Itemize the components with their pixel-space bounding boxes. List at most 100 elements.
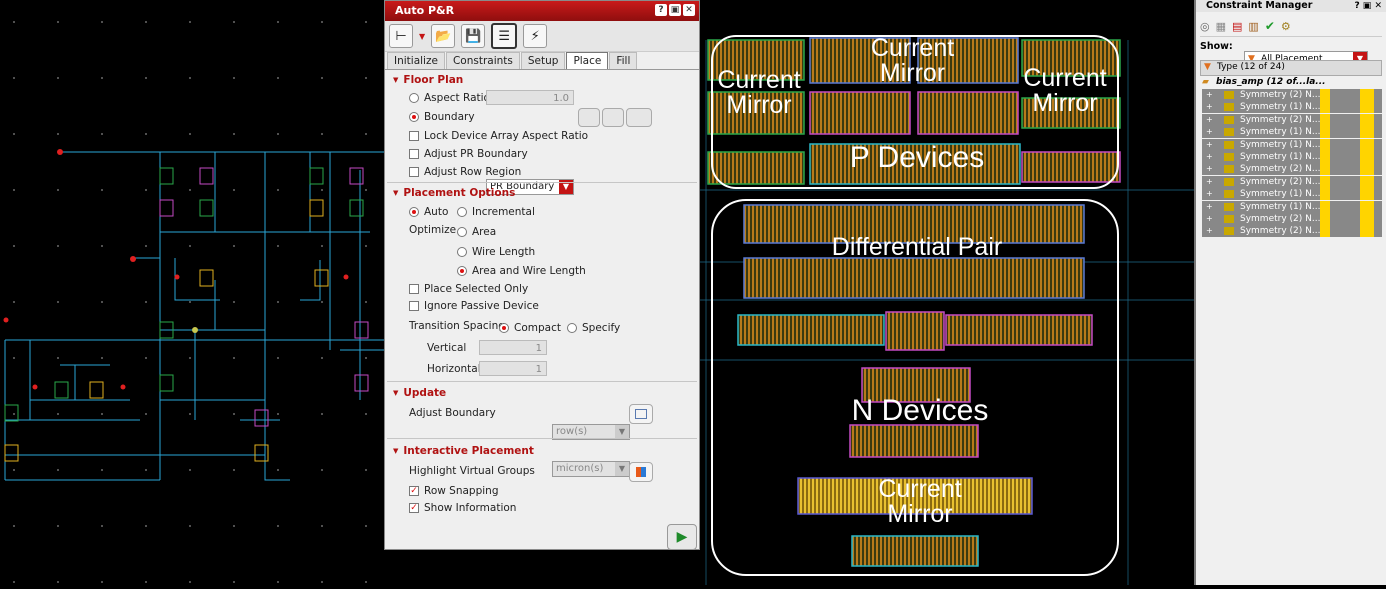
update-heading[interactable]: Update xyxy=(385,384,699,402)
horizontal-field[interactable]: 1 xyxy=(479,361,547,376)
horizontal-unit-value: micron(s) xyxy=(556,463,604,474)
check-icon[interactable]: ✔ xyxy=(1265,19,1275,33)
expand-icon[interactable]: + xyxy=(1206,213,1213,225)
save-icon[interactable]: 💾 xyxy=(461,24,486,48)
expand-icon[interactable]: + xyxy=(1206,139,1213,151)
aspect-ratio-field[interactable]: 1.0 xyxy=(486,90,574,105)
expand-icon[interactable]: + xyxy=(1206,126,1213,138)
interactive-placement-heading[interactable]: Interactive Placement xyxy=(385,442,699,460)
auto-pr-toolbar: ⊢ ▼ 📂 💾 ☰ ⚡ xyxy=(385,21,699,52)
highlight-groups-button[interactable] xyxy=(629,462,653,482)
auto-radio[interactable] xyxy=(409,207,419,217)
constraint-row[interactable]: + Symmetry (2) N... xyxy=(1202,213,1382,225)
place-selected-checkbox[interactable] xyxy=(409,284,419,294)
star-icon xyxy=(1360,163,1374,176)
constraint-row[interactable]: + Symmetry (1) N... xyxy=(1202,126,1382,139)
status-marker xyxy=(1320,138,1330,151)
ignore-passive-checkbox[interactable] xyxy=(409,301,419,311)
constraint-type-icon[interactable]: ▦ xyxy=(1216,20,1226,33)
symmetry-icon xyxy=(1224,177,1234,186)
expand-icon[interactable]: + xyxy=(1206,201,1213,213)
place-mode-icon[interactable]: ⊢ xyxy=(389,24,413,48)
wire-length-radio[interactable] xyxy=(457,247,467,257)
expand-icon[interactable]: + xyxy=(1206,188,1213,200)
root-item-label: bias_amp (12 of...la... xyxy=(1216,77,1326,87)
tab-setup[interactable]: Setup xyxy=(520,52,566,69)
edit-boundary-icon[interactable] xyxy=(602,108,624,127)
lock-aspect-checkbox[interactable] xyxy=(409,131,419,141)
show-info-label: Show Information xyxy=(424,502,517,514)
constraint-row[interactable]: + Symmetry (1) N... xyxy=(1202,200,1382,213)
symmetry-icon xyxy=(1224,128,1234,137)
adjust-pr-checkbox[interactable] xyxy=(409,149,419,159)
view-boundary-icon[interactable] xyxy=(626,108,652,127)
window-controls[interactable]: ? ▣ ✕ xyxy=(1354,0,1382,12)
groups-icon xyxy=(636,467,646,477)
constraint-row[interactable]: + Symmetry (2) N... xyxy=(1202,113,1382,126)
chevron-down-icon[interactable]: ▼ xyxy=(419,32,425,41)
constraint-row[interactable]: + Symmetry (1) N... xyxy=(1202,138,1382,151)
folder-icon: ▰ xyxy=(1202,77,1209,87)
run-button[interactable]: ▶ xyxy=(667,524,697,550)
expand-icon[interactable]: + xyxy=(1206,89,1213,101)
status-marker xyxy=(1320,188,1330,201)
close-button[interactable]: ✕ xyxy=(683,4,695,16)
constraint-row[interactable]: + Symmetry (1) N... xyxy=(1202,151,1382,163)
schematic-canvas[interactable] xyxy=(0,0,384,585)
symmetry-icon xyxy=(1224,103,1234,112)
specify-radio[interactable] xyxy=(567,323,577,333)
compact-radio[interactable] xyxy=(499,323,509,333)
row-snapping-checkbox[interactable]: ✓ xyxy=(409,486,419,496)
layout-canvas[interactable]: Current Mirror Current Mirror Current Mi… xyxy=(700,0,1194,585)
horizontal-unit-select[interactable]: micron(s) ▼ xyxy=(552,461,630,477)
aspect-ratio-label: Aspect Ratio xyxy=(424,92,490,104)
aspect-ratio-radio[interactable] xyxy=(409,93,419,103)
expand-icon[interactable]: + xyxy=(1206,225,1213,237)
type-column-header[interactable]: ▼ Type (12 of 24) xyxy=(1200,60,1382,76)
adjust-pr-label: Adjust PR Boundary xyxy=(424,148,528,160)
floor-plan-heading[interactable]: Floor Plan xyxy=(385,71,699,89)
help-button[interactable]: ? xyxy=(655,4,667,16)
adjust-row-checkbox[interactable] xyxy=(409,167,419,177)
constraint-row[interactable]: + Symmetry (1) N... xyxy=(1202,188,1382,201)
adjust-boundary-button[interactable] xyxy=(629,404,653,424)
expand-icon[interactable]: + xyxy=(1206,151,1213,163)
delete-icon[interactable]: ▤ xyxy=(1232,20,1242,33)
incremental-radio[interactable] xyxy=(457,207,467,217)
show-info-checkbox[interactable]: ✓ xyxy=(409,503,419,513)
tab-constraints[interactable]: Constraints xyxy=(445,52,520,69)
area-wire-radio[interactable] xyxy=(457,266,467,276)
constraint-row[interactable]: + Symmetry (1) N... xyxy=(1202,101,1382,114)
symmetry-icon xyxy=(1224,190,1234,199)
placement-options-heading[interactable]: Placement Options xyxy=(385,184,699,202)
expand-icon[interactable]: + xyxy=(1206,176,1213,188)
expand-icon[interactable]: + xyxy=(1206,163,1213,175)
star-icon xyxy=(1360,200,1374,213)
tab-place[interactable]: Place xyxy=(566,52,609,69)
constraint-row[interactable]: + Symmetry (2) N... xyxy=(1202,89,1382,101)
expand-icon[interactable]: + xyxy=(1206,101,1213,113)
status-marker xyxy=(1320,113,1330,126)
constraint-row[interactable]: + Symmetry (2) N... xyxy=(1202,175,1382,188)
draw-boundary-icon[interactable] xyxy=(578,108,600,127)
tab-fill[interactable]: Fill xyxy=(609,52,638,69)
cm-toolbar: ◎ ▦ ▤ ▥ ✔ ⚙ xyxy=(1200,16,1382,37)
area-wire-label: Area and Wire Length xyxy=(472,265,586,277)
open-folder-icon[interactable]: 📂 xyxy=(431,24,456,48)
vertical-field[interactable]: 1 xyxy=(479,340,547,355)
restore-button[interactable]: ▣ xyxy=(669,4,681,16)
new-constraint-icon[interactable]: ◎ xyxy=(1200,20,1210,33)
settings-icon[interactable]: ⚙ xyxy=(1281,20,1291,33)
current-mirror-bottom-label: Current Mirror xyxy=(878,475,962,528)
constraint-row[interactable]: + Symmetry (2) N... xyxy=(1202,163,1382,176)
boundary-radio[interactable] xyxy=(409,112,419,122)
root-tree-item[interactable]: ▰ bias_amp (12 of...la... xyxy=(1202,76,1382,88)
route-icon[interactable]: ⚡ xyxy=(523,24,548,48)
notes-icon[interactable]: ▥ xyxy=(1248,20,1258,33)
list-icon[interactable]: ☰ xyxy=(491,23,518,49)
area-radio[interactable] xyxy=(457,227,467,237)
constraint-row[interactable]: + Symmetry (2) N... xyxy=(1202,225,1382,238)
tab-initialize[interactable]: Initialize xyxy=(387,52,445,69)
filter-icon: ▼ xyxy=(1204,62,1211,72)
expand-icon[interactable]: + xyxy=(1206,114,1213,126)
